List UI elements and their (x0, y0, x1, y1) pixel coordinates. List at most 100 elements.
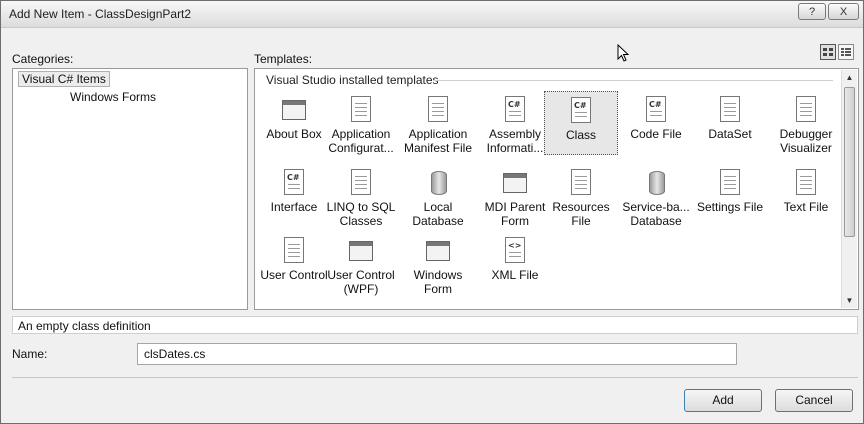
button-separator (12, 377, 858, 378)
scroll-up-icon[interactable]: ▲ (842, 70, 857, 85)
window-title: Add New Item - ClassDesignPart2 (9, 7, 192, 21)
template-label: Interface (270, 200, 318, 214)
code-file-icon: C# (642, 96, 670, 124)
template-label: DataSet (708, 127, 752, 141)
template-label: User Control (260, 268, 328, 282)
templates-scrollbar[interactable]: ▲ ▼ (841, 70, 857, 308)
templates-label: Templates: (254, 52, 313, 66)
template-user-control[interactable]: User Control (257, 232, 331, 296)
resources-icon (567, 169, 595, 197)
template-label-line2: Database (412, 214, 464, 228)
template-windows-form[interactable]: Windows Form (401, 232, 475, 296)
template-resources-file[interactable]: Resources File (544, 164, 618, 228)
class-icon: C# (567, 97, 595, 125)
categories-label: Categories: (12, 52, 74, 66)
template-application-manifest-file[interactable]: Application Manifest File (401, 91, 475, 155)
category-windows-forms[interactable]: Windows Forms (70, 90, 156, 104)
database-icon (642, 169, 670, 197)
large-icons-view-button[interactable] (820, 44, 836, 60)
manifest-icon (424, 96, 452, 124)
interface-icon: C# (280, 169, 308, 197)
title-bar[interactable]: Add New Item - ClassDesignPart2 ? X (1, 1, 863, 28)
close-button[interactable]: X (828, 3, 859, 20)
template-description: An empty class definition (18, 319, 151, 333)
categories-tree[interactable]: Visual C# Items Windows Forms (12, 68, 248, 310)
template-label-line2: Configurat... (328, 141, 394, 155)
template-interface[interactable]: C# Interface (257, 164, 331, 228)
template-label: MDI Parent (484, 200, 546, 214)
template-label: Settings File (696, 200, 764, 214)
template-label: Debugger (779, 127, 833, 141)
template-label: Application (408, 127, 468, 141)
template-label: Text File (783, 200, 829, 214)
template-label-line2: Informati... (486, 141, 544, 155)
template-dataset[interactable]: DataSet (693, 91, 767, 155)
debugger-icon (792, 96, 820, 124)
about-box-icon (280, 96, 308, 124)
windows-form-icon (424, 237, 452, 265)
template-application-configuration[interactable]: Application Configurat... (324, 91, 398, 155)
template-label-line2: Classes (339, 214, 383, 228)
template-code-file[interactable]: C# Code File (619, 91, 693, 155)
template-service-based-database[interactable]: Service-ba... Database (619, 164, 693, 228)
wpf-control-icon (347, 237, 375, 265)
template-label-line2: Visualizer (780, 141, 832, 155)
template-label: Resources (552, 200, 610, 214)
template-local-database[interactable]: Local Database (401, 164, 475, 228)
templates-list[interactable]: Visual Studio installed templates About … (254, 68, 859, 310)
template-label: Windows (413, 268, 463, 282)
template-label: Code File (630, 127, 682, 141)
small-icons-view-button[interactable] (838, 44, 854, 60)
dataset-icon (716, 96, 744, 124)
description-bar: An empty class definition (12, 316, 858, 334)
mouse-cursor-icon (617, 44, 629, 62)
template-class[interactable]: C# Class (544, 91, 618, 155)
template-about-box[interactable]: About Box (257, 91, 331, 155)
name-input[interactable] (137, 343, 737, 365)
template-label: Service-ba... (622, 200, 690, 214)
template-linq-to-sql-classes[interactable]: LINQ to SQL Classes (324, 164, 398, 228)
template-label: Assembly (488, 127, 541, 141)
template-label: Application (331, 127, 391, 141)
user-control-icon (280, 237, 308, 265)
template-settings-file[interactable]: Settings File (693, 164, 767, 228)
template-label-line2: Form (424, 282, 452, 296)
template-label-line2: Manifest File (403, 141, 473, 155)
template-text-file[interactable]: Text File (769, 164, 843, 228)
list-view-icon (841, 48, 851, 56)
group-divider (433, 80, 833, 81)
scroll-down-icon[interactable]: ▼ (842, 293, 857, 308)
assembly-icon: C# (501, 96, 529, 124)
template-label: Class (565, 128, 596, 142)
template-label: LINQ to SQL (326, 200, 396, 214)
help-button[interactable]: ? (798, 3, 826, 20)
template-label-line2: File (571, 214, 591, 228)
template-label-line2: Form (501, 214, 529, 228)
text-file-icon (792, 169, 820, 197)
large-icons-icon (823, 48, 833, 56)
template-label: User Control (327, 268, 395, 282)
add-new-item-dialog: Add New Item - ClassDesignPart2 ? X Cate… (0, 0, 864, 424)
template-assembly-information[interactable]: C# Assembly Informati... (478, 91, 552, 155)
template-label: XML File (491, 268, 539, 282)
xml-file-icon: <> (501, 237, 529, 265)
template-xml-file[interactable]: <> XML File (478, 232, 552, 296)
settings-file-icon (716, 169, 744, 197)
add-button[interactable]: Add (684, 389, 762, 412)
mdi-form-icon (501, 169, 529, 197)
template-label-line2: (WPF) (343, 282, 379, 296)
template-mdi-parent-form[interactable]: MDI Parent Form (478, 164, 552, 228)
cancel-button[interactable]: Cancel (775, 389, 853, 412)
template-label: Local (423, 200, 453, 214)
template-group-title: Visual Studio installed templates (266, 73, 443, 87)
name-label: Name: (12, 347, 48, 361)
scroll-thumb[interactable] (844, 87, 855, 237)
category-visual-csharp-items[interactable]: Visual C# Items (18, 71, 110, 87)
config-icon (347, 96, 375, 124)
template-user-control-wpf-[interactable]: User Control (WPF) (324, 232, 398, 296)
template-label: About Box (266, 127, 322, 141)
template-debugger-visualizer[interactable]: Debugger Visualizer (769, 91, 843, 155)
linq-icon (347, 169, 375, 197)
database-icon (424, 169, 452, 197)
template-label-line2: Database (630, 214, 682, 228)
